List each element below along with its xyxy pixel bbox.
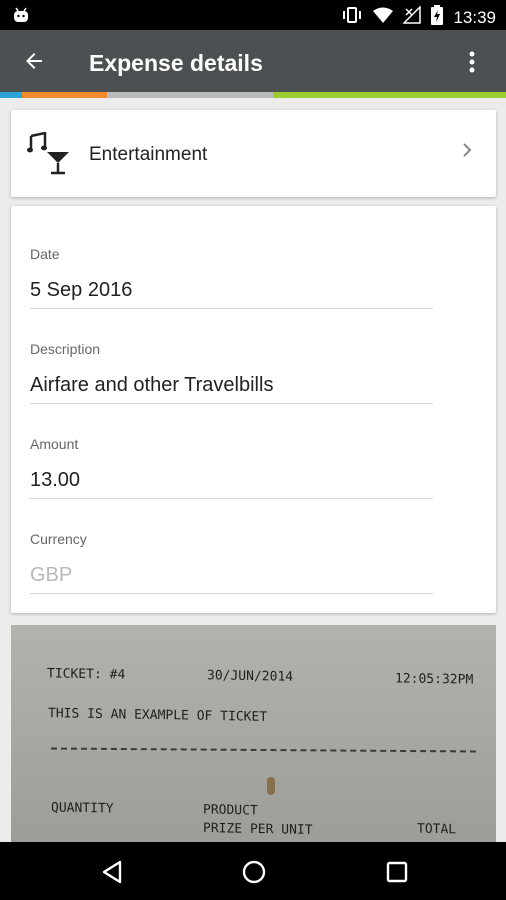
- expense-form: Date 5 Sep 2016 Description Airfare and …: [11, 206, 496, 613]
- description-underline: [30, 403, 433, 404]
- description-label: Description: [30, 341, 101, 357]
- vibrate-icon: [341, 6, 363, 29]
- receipt-col-quantity: QUANTITY: [51, 800, 114, 817]
- back-button[interactable]: [18, 45, 50, 77]
- receipt-stain: [267, 777, 275, 795]
- amount-label: Amount: [30, 436, 79, 452]
- no-signal-icon: [402, 5, 422, 29]
- category-selector[interactable]: Entertainment: [11, 110, 496, 197]
- date-field[interactable]: Date 5 Sep 2016: [30, 246, 433, 309]
- accent-stripe: [0, 92, 506, 98]
- receipt-col-prize: PRIZE PER UNIT: [203, 821, 313, 838]
- description-field[interactable]: Description Airfare and other Travelbill…: [30, 341, 433, 404]
- overflow-menu-button[interactable]: [460, 47, 484, 77]
- system-navigation-bar: [0, 842, 506, 900]
- battery-charging-icon: [431, 5, 444, 30]
- currency-label: Currency: [30, 531, 87, 547]
- entertainment-icon: [27, 131, 73, 181]
- android-notification-icon: [12, 6, 30, 29]
- currency-placeholder[interactable]: GBP: [30, 564, 72, 587]
- nav-recents-icon: [386, 861, 408, 883]
- receipt-col-total: TOTAL: [417, 821, 457, 838]
- nav-back-button[interactable]: [98, 858, 126, 886]
- amount-underline: [30, 498, 433, 499]
- page-title: Expense details: [89, 50, 263, 76]
- receipt-date: 30/JUN/2014: [207, 668, 294, 685]
- nav-back-icon: [102, 860, 122, 884]
- category-label: Entertainment: [89, 144, 208, 165]
- app-bar: Expense details: [0, 30, 506, 92]
- date-underline: [30, 308, 433, 309]
- receipt-image[interactable]: TICKET: #4 30/JUN/2014 12:05:32PM THIS I…: [11, 625, 496, 843]
- chevron-right-icon: [462, 142, 472, 163]
- receipt-time: 12:05:32PM: [395, 671, 474, 688]
- amount-value[interactable]: 13.00: [30, 469, 80, 492]
- receipt-ticket-number: TICKET: #4: [47, 666, 126, 683]
- date-label: Date: [30, 246, 60, 262]
- more-vertical-icon: [469, 51, 475, 73]
- description-value[interactable]: Airfare and other Travelbills: [30, 374, 273, 397]
- status-time: 13:39: [453, 7, 496, 27]
- receipt-col-product: PRODUCT: [203, 802, 258, 819]
- nav-home-button[interactable]: [240, 858, 268, 886]
- amount-field[interactable]: Amount 13.00: [30, 436, 433, 499]
- currency-field[interactable]: Currency GBP: [30, 531, 433, 594]
- nav-home-icon: [242, 860, 266, 884]
- status-bar: 13:39: [0, 0, 506, 30]
- wifi-icon: [373, 7, 394, 28]
- date-value[interactable]: 5 Sep 2016: [30, 279, 132, 302]
- nav-recents-button[interactable]: [383, 858, 411, 886]
- currency-underline: [30, 593, 433, 594]
- back-arrow-icon: [26, 53, 42, 69]
